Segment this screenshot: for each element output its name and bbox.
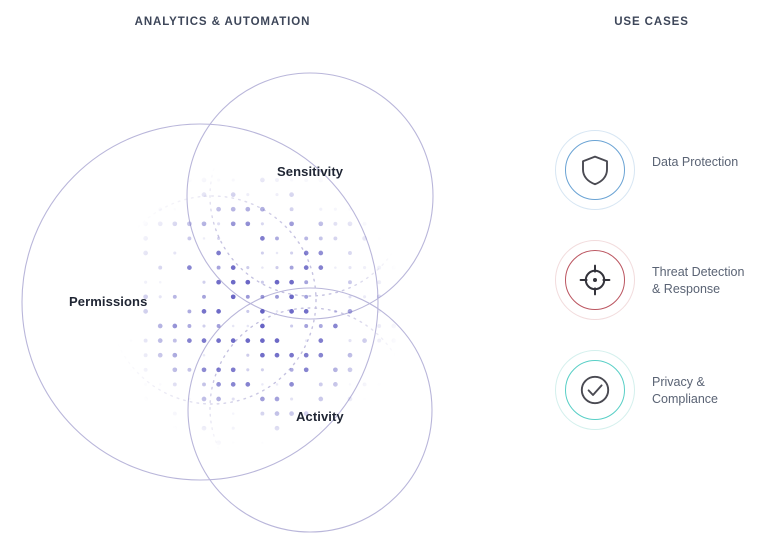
venn-label-sensitivity: Sensitivity	[277, 164, 344, 179]
use-case-icon-badge	[553, 238, 637, 322]
use-case-icon-badge	[553, 128, 637, 212]
use-case-label: Threat Detection & Response	[652, 265, 745, 296]
use-case-label: Privacy & Compliance	[652, 375, 719, 406]
use-case-item-data-protection[interactable]: Data Protection	[545, 128, 758, 238]
use-case-item-threat-detection[interactable]: Threat Detection & Response	[545, 238, 758, 348]
use-case-list: Data Protection Threat Detection & Respo…	[545, 128, 758, 458]
venn-diagram: Sensitivity Permissions Activity	[0, 0, 460, 534]
venn-label-permissions: Permissions	[69, 294, 148, 309]
check-circle-icon	[580, 375, 610, 405]
circle-sensitivity	[186, 72, 434, 320]
shield-icon	[582, 155, 608, 186]
crosshair-target-icon	[579, 264, 611, 296]
use-case-label: Data Protection	[652, 155, 739, 169]
use-case-item-privacy-compliance[interactable]: Privacy & Compliance	[545, 348, 758, 458]
use-case-icon-badge	[553, 348, 637, 432]
venn-dotted-inner-arcs	[107, 95, 411, 509]
venn-diagram-svg	[21, 72, 434, 533]
venn-label-activity: Activity	[296, 409, 344, 424]
venn-dot-field	[128, 177, 397, 446]
use-cases-header: USE CASES	[614, 16, 689, 28]
